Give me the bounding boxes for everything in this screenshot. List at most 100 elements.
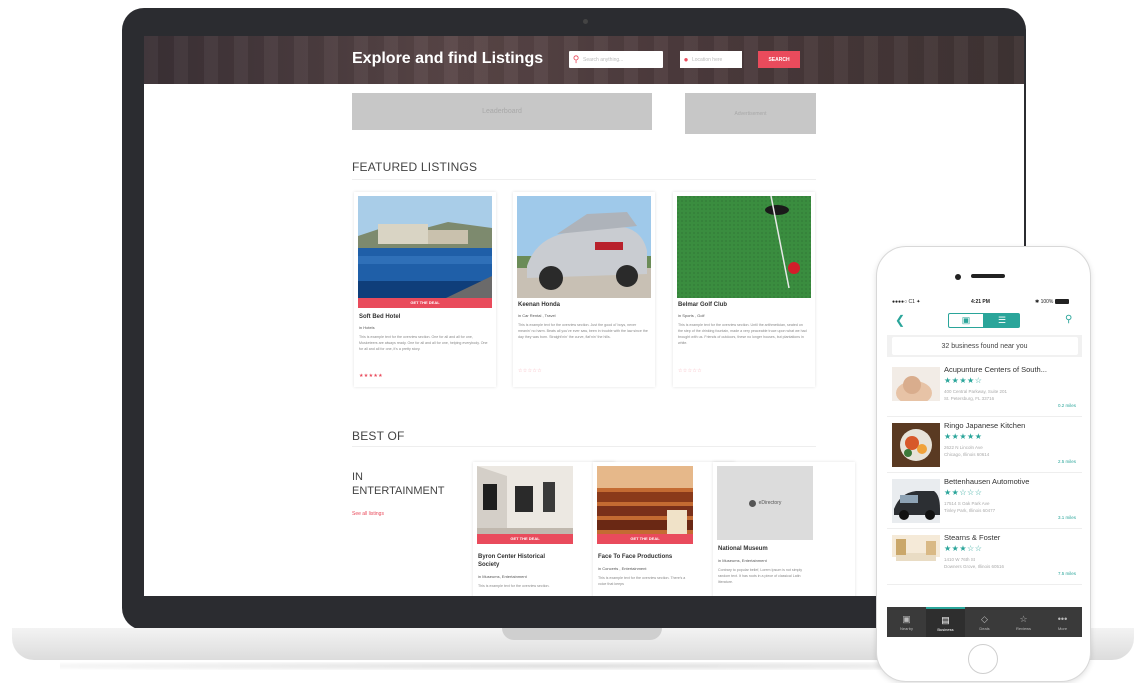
business-thumbnail: [892, 479, 940, 523]
listing-name[interactable]: Society: [478, 562, 499, 568]
rating-stars: ★★★★★: [944, 432, 983, 441]
car-photo: [517, 196, 651, 298]
location-input[interactable]: ● Location here: [680, 51, 742, 68]
listing-card[interactable]: GET THE DEAL Soft Bed Hotel in Hotels Th…: [354, 192, 496, 387]
tag-icon: ◇: [981, 613, 988, 624]
phone-camera: [955, 274, 961, 280]
tab-nearby[interactable]: ▣ Nearby: [887, 607, 926, 637]
business-address: 17514 S Oak Park Ave: [944, 501, 990, 506]
category-prefix: IN: [352, 471, 363, 483]
listing-card[interactable]: Belmar Golf Club in Sports , Golf This i…: [673, 192, 815, 387]
listing-description: This is example text for the overview se…: [359, 335, 488, 351]
business-name: Ringo Japanese Kitchen: [944, 421, 1026, 430]
location-placeholder: Location here: [692, 56, 723, 63]
listing-name[interactable]: Byron Center Historical: [478, 554, 545, 560]
laptop-notch: [502, 628, 662, 640]
gallery-photo: [477, 466, 573, 540]
golf-photo: [677, 196, 811, 298]
leaderboard-ad[interactable]: Leaderboard: [352, 93, 652, 130]
list-view-toggle[interactable]: ☰: [984, 313, 1020, 328]
listing-name[interactable]: Belmar Golf Club: [678, 302, 727, 308]
nearby-icon: ▣: [902, 613, 911, 624]
business-distance: 7.5 miles: [1057, 571, 1076, 576]
listing-name[interactable]: Keenan Honda: [518, 302, 560, 308]
listing-description: This is example text for the overview se…: [598, 576, 686, 586]
deal-button[interactable]: GET THE DEAL: [477, 534, 573, 544]
see-all-link[interactable]: See all listings: [352, 511, 384, 517]
listing-category: in Car Rental , Travel: [518, 313, 556, 318]
more-icon: •••: [1057, 613, 1068, 624]
tab-more[interactable]: ••• More: [1043, 607, 1082, 637]
business-thumbnail: [892, 367, 940, 411]
business-address: 400 Central Parkway, Suite 201: [944, 389, 1007, 394]
phone-speaker: [971, 274, 1005, 278]
star-icon: ☆: [1019, 613, 1028, 624]
phone-frame: ●●●●○ C1 ✦ 4:21 PM ✱ 100% ❮ ▣ ☰ ⚲ 32 bus…: [876, 246, 1091, 682]
business-city: Chicago, Illinois 60614: [944, 452, 990, 457]
search-icon[interactable]: ⚲: [1065, 314, 1072, 325]
rating-stars: ★★☆☆☆: [944, 488, 983, 497]
listing-name[interactable]: National Museum: [718, 546, 768, 552]
business-address: 2622 N Lincoln Ave: [944, 445, 983, 450]
featured-title: FEATURED LISTINGS: [352, 160, 478, 174]
battery-status: ✱ 100%: [1035, 299, 1070, 305]
business-thumbnail: [892, 423, 940, 467]
listing-name[interactable]: Soft Bed Hotel: [359, 314, 400, 320]
results-bar: 32 business found near you: [887, 335, 1082, 357]
business-distance: 0.2 miles: [1057, 403, 1076, 408]
rating-stars: ☆☆☆☆☆: [678, 368, 702, 374]
map-view-toggle[interactable]: ▣: [948, 313, 984, 328]
listing-category: in Sports , Golf: [678, 313, 705, 318]
business-list-item[interactable]: Stearns & Foster ★★★☆☆ 1410 W 76th St Do…: [887, 529, 1082, 585]
rating-stars: ★★★☆☆: [944, 544, 983, 553]
deal-button[interactable]: GET THE DEAL: [597, 534, 693, 544]
phone-screen: ●●●●○ C1 ✦ 4:21 PM ✱ 100% ❮ ▣ ☰ ⚲ 32 bus…: [887, 295, 1082, 637]
tab-business[interactable]: ▤ Business: [926, 607, 965, 637]
tab-label: Business: [937, 626, 954, 632]
business-city: Tinley Park, Illinois 60477: [944, 508, 996, 513]
theater-photo: [597, 466, 693, 540]
results-count: 32 business found near you: [891, 337, 1078, 355]
back-chevron-icon[interactable]: ❮: [895, 313, 905, 327]
business-icon: ▤: [941, 614, 950, 625]
listing-description: This is example text for the overview se…: [678, 323, 807, 345]
status-time: 4:21 PM: [971, 299, 990, 305]
listing-category: in Museums, Entertainment: [478, 574, 527, 579]
business-city: St. Petersburg, FL 33716: [944, 396, 995, 401]
hero-title: Explore and find Listings: [352, 50, 544, 67]
business-list-item[interactable]: Acupunture Centers of South... ★★★★☆ 400…: [887, 361, 1082, 417]
placeholder-logo: eDirectory: [717, 466, 813, 540]
business-distance: 2.5 miles: [1057, 459, 1076, 464]
tab-label: More: [1057, 625, 1068, 631]
business-city: Downers Grove, Illinois 60516: [944, 564, 1005, 569]
rating-stars: ★★★★☆: [944, 376, 983, 385]
listing-card[interactable]: eDirectory National Museum in Museums, E…: [713, 462, 855, 596]
listing-name[interactable]: Face To Face Productions: [598, 554, 672, 560]
deal-button[interactable]: GET THE DEAL: [358, 298, 492, 308]
listing-description: Contrary to popular belief, Lorem Ipsum …: [718, 568, 803, 584]
business-name: Bettenhausen Automotive: [944, 477, 1030, 486]
hotel-photo: [358, 196, 492, 298]
listing-card[interactable]: Keenan Honda in Car Rental , Travel This…: [513, 192, 655, 387]
status-bar: ●●●●○ C1 ✦ 4:21 PM ✱ 100%: [887, 295, 1082, 309]
home-button[interactable]: [968, 644, 998, 674]
tab-reviews[interactable]: ☆ Reviews: [1004, 607, 1043, 637]
hero-banner: Explore and find Listings ⚲ Search anyth…: [144, 36, 1024, 84]
side-ad[interactable]: Advertisement: [685, 93, 816, 134]
search-button[interactable]: SEARCH: [758, 51, 800, 68]
search-input[interactable]: ⚲ Search anything...: [569, 51, 663, 68]
tab-deals[interactable]: ◇ Deals: [965, 607, 1004, 637]
map-icon: ▣: [961, 315, 971, 325]
search-placeholder: Search anything...: [583, 56, 624, 63]
business-list-item[interactable]: Bettenhausen Automotive ★★☆☆☆ 17514 S Oa…: [887, 473, 1082, 529]
tab-label: Nearby: [900, 625, 913, 631]
logo-icon: [748, 499, 756, 507]
laptop-camera: [583, 19, 588, 24]
section-divider: [352, 446, 816, 447]
tab-bar: ▣ Nearby ▤ Business ◇ Deals ☆ Reviews ••…: [887, 607, 1082, 637]
business-list-item[interactable]: Ringo Japanese Kitchen ★★★★★ 2622 N Linc…: [887, 417, 1082, 473]
search-icon: ⚲: [572, 54, 580, 64]
best-of-category: IN ENTERTAINMENT: [352, 470, 445, 498]
listing-description: This is example text for the overview se…: [518, 323, 648, 339]
section-divider: [352, 179, 816, 180]
